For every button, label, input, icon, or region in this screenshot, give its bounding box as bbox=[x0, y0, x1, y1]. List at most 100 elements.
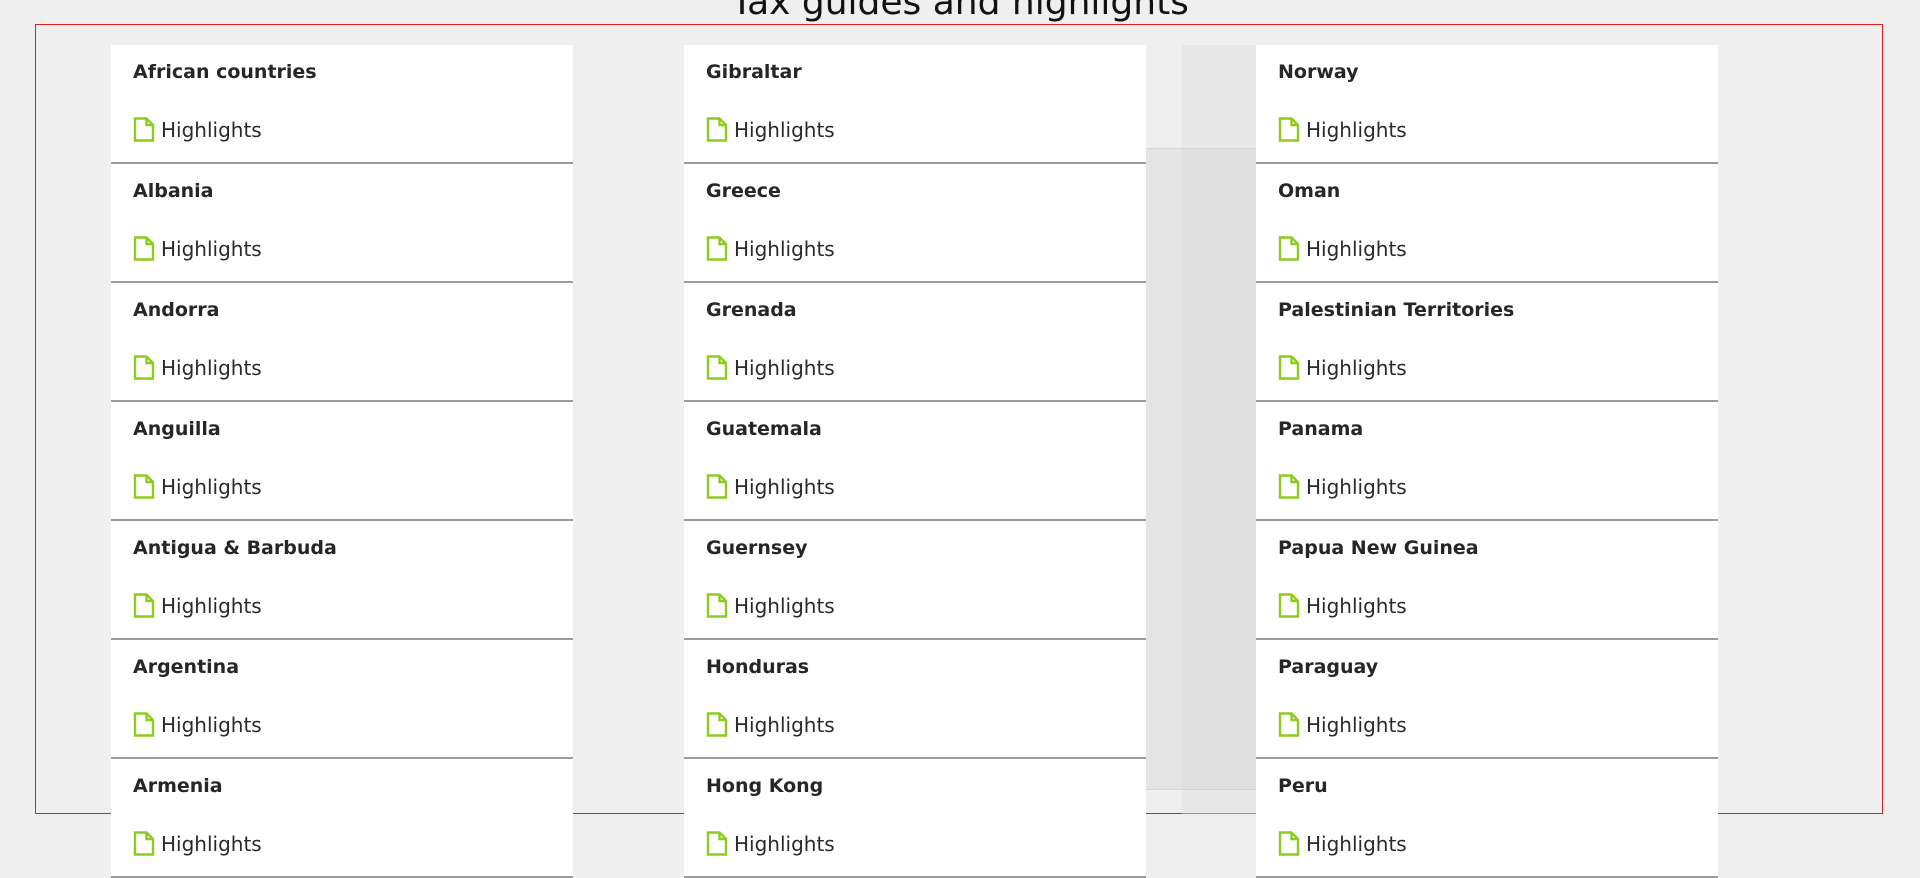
country-card: African countries Highlights bbox=[111, 45, 573, 164]
highlights-link[interactable]: Highlights bbox=[1278, 236, 1407, 261]
country-title[interactable]: Armenia bbox=[133, 775, 223, 797]
document-icon bbox=[706, 117, 728, 142]
document-icon bbox=[706, 474, 728, 499]
country-card: Palestinian Territories Highlights bbox=[1256, 283, 1718, 402]
highlights-link[interactable]: Highlights bbox=[706, 355, 835, 380]
highlights-link-label: Highlights bbox=[1306, 712, 1407, 737]
country-card: Gibraltar Highlights bbox=[684, 45, 1146, 164]
country-title[interactable]: Grenada bbox=[706, 299, 797, 321]
document-icon bbox=[706, 593, 728, 618]
highlights-link[interactable]: Highlights bbox=[133, 117, 262, 142]
country-card: Anguilla Highlights bbox=[111, 402, 573, 521]
country-title[interactable]: Norway bbox=[1278, 61, 1359, 83]
country-card: Argentina Highlights bbox=[111, 640, 573, 759]
document-icon bbox=[706, 831, 728, 856]
country-card: Hong Kong Highlights bbox=[684, 759, 1146, 878]
highlights-link-label: Highlights bbox=[1306, 831, 1407, 856]
highlights-link[interactable]: Highlights bbox=[706, 831, 835, 856]
highlights-link-label: Highlights bbox=[1306, 593, 1407, 618]
document-icon bbox=[1278, 236, 1300, 261]
highlights-link-label: Highlights bbox=[734, 355, 835, 380]
country-title[interactable]: Anguilla bbox=[133, 418, 221, 440]
country-card: Armenia Highlights bbox=[111, 759, 573, 878]
highlights-link[interactable]: Highlights bbox=[706, 236, 835, 261]
document-icon bbox=[1278, 355, 1300, 380]
highlights-link-label: Highlights bbox=[1306, 117, 1407, 142]
highlights-link[interactable]: Highlights bbox=[1278, 474, 1407, 499]
document-icon bbox=[1278, 117, 1300, 142]
document-icon bbox=[133, 474, 155, 499]
highlights-link[interactable]: Highlights bbox=[133, 712, 262, 737]
document-icon bbox=[706, 236, 728, 261]
highlights-link-label: Highlights bbox=[1306, 236, 1407, 261]
highlights-link-label: Highlights bbox=[161, 712, 262, 737]
highlights-link-label: Highlights bbox=[734, 474, 835, 499]
country-card: Norway Highlights bbox=[1256, 45, 1718, 164]
country-title[interactable]: Argentina bbox=[133, 656, 239, 678]
highlights-link[interactable]: Highlights bbox=[133, 593, 262, 618]
country-card: Grenada Highlights bbox=[684, 283, 1146, 402]
highlights-link-label: Highlights bbox=[734, 593, 835, 618]
highlights-link-label: Highlights bbox=[161, 831, 262, 856]
highlights-link[interactable]: Highlights bbox=[706, 474, 835, 499]
highlights-link[interactable]: Highlights bbox=[133, 355, 262, 380]
highlights-link[interactable]: Highlights bbox=[1278, 831, 1407, 856]
country-title[interactable]: Paraguay bbox=[1278, 656, 1378, 678]
highlights-link[interactable]: Highlights bbox=[133, 236, 262, 261]
highlights-link[interactable]: Highlights bbox=[706, 117, 835, 142]
highlights-link[interactable]: Highlights bbox=[1278, 117, 1407, 142]
country-title[interactable]: Hong Kong bbox=[706, 775, 823, 797]
country-title[interactable]: Peru bbox=[1278, 775, 1328, 797]
highlights-link-label: Highlights bbox=[161, 474, 262, 499]
country-title[interactable]: Palestinian Territories bbox=[1278, 299, 1514, 321]
document-icon bbox=[133, 236, 155, 261]
country-title[interactable]: Guernsey bbox=[706, 537, 808, 559]
guide-column: Gibraltar Highlights Greece Highlights G… bbox=[684, 45, 1146, 878]
highlights-link-label: Highlights bbox=[734, 712, 835, 737]
country-title[interactable]: Gibraltar bbox=[706, 61, 802, 83]
highlights-link-label: Highlights bbox=[734, 236, 835, 261]
country-title[interactable]: Andorra bbox=[133, 299, 219, 321]
highlights-link[interactable]: Highlights bbox=[133, 831, 262, 856]
country-title[interactable]: Papua New Guinea bbox=[1278, 537, 1479, 559]
highlights-link-label: Highlights bbox=[1306, 474, 1407, 499]
country-title[interactable]: African countries bbox=[133, 61, 317, 83]
highlights-link-label: Highlights bbox=[161, 236, 262, 261]
country-title[interactable]: Albania bbox=[133, 180, 214, 202]
country-card: Antigua & Barbuda Highlights bbox=[111, 521, 573, 640]
document-icon bbox=[133, 831, 155, 856]
country-card: Honduras Highlights bbox=[684, 640, 1146, 759]
document-icon bbox=[1278, 712, 1300, 737]
country-title[interactable]: Panama bbox=[1278, 418, 1363, 440]
page-title: Tax guides and highlights bbox=[731, 0, 1189, 23]
highlights-link[interactable]: Highlights bbox=[706, 593, 835, 618]
highlights-link-label: Highlights bbox=[161, 117, 262, 142]
country-card: Papua New Guinea Highlights bbox=[1256, 521, 1718, 640]
country-card: Peru Highlights bbox=[1256, 759, 1718, 878]
country-title[interactable]: Greece bbox=[706, 180, 781, 202]
country-card: Oman Highlights bbox=[1256, 164, 1718, 283]
country-card: Guatemala Highlights bbox=[684, 402, 1146, 521]
country-card: Albania Highlights bbox=[111, 164, 573, 283]
highlights-link-label: Highlights bbox=[734, 831, 835, 856]
highlights-link[interactable]: Highlights bbox=[1278, 355, 1407, 380]
document-icon bbox=[1278, 593, 1300, 618]
guide-column: African countries Highlights Albania Hig… bbox=[111, 45, 573, 878]
country-card: Guernsey Highlights bbox=[684, 521, 1146, 640]
highlights-link-label: Highlights bbox=[1306, 355, 1407, 380]
country-title[interactable]: Honduras bbox=[706, 656, 809, 678]
highlights-link[interactable]: Highlights bbox=[133, 474, 262, 499]
country-title[interactable]: Oman bbox=[1278, 180, 1340, 202]
document-icon bbox=[133, 355, 155, 380]
country-title[interactable]: Guatemala bbox=[706, 418, 822, 440]
country-card: Paraguay Highlights bbox=[1256, 640, 1718, 759]
highlights-link-label: Highlights bbox=[734, 117, 835, 142]
document-icon bbox=[1278, 831, 1300, 856]
country-title[interactable]: Antigua & Barbuda bbox=[133, 537, 337, 559]
highlights-link[interactable]: Highlights bbox=[706, 712, 835, 737]
highlights-link-label: Highlights bbox=[161, 593, 262, 618]
highlights-link[interactable]: Highlights bbox=[1278, 712, 1407, 737]
country-card: Panama Highlights bbox=[1256, 402, 1718, 521]
highlights-link[interactable]: Highlights bbox=[1278, 593, 1407, 618]
highlights-link-label: Highlights bbox=[161, 355, 262, 380]
